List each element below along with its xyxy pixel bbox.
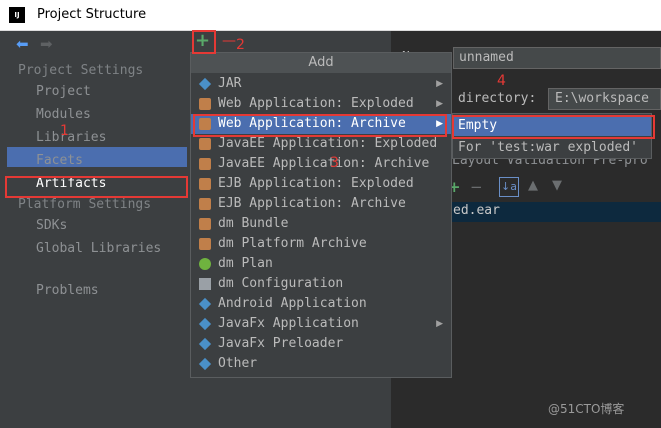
- section-header-platform-settings: Platform Settings: [18, 197, 152, 212]
- menu-item-label: Android Application: [218, 296, 367, 311]
- plan-icon: [199, 258, 211, 270]
- jar-icon: [199, 158, 211, 170]
- sidebar-item-project[interactable]: Project: [36, 84, 91, 99]
- jar-icon: [199, 138, 211, 150]
- menu-item[interactable]: Web Application: Exploded ▶: [191, 94, 451, 114]
- menu-item[interactable]: EJB Application: Exploded: [191, 174, 451, 194]
- menu-item[interactable]: dm Platform Archive: [191, 234, 451, 254]
- artifact-name-field[interactable]: unnamed: [453, 47, 661, 69]
- menu-item[interactable]: Other: [191, 354, 451, 374]
- back-arrow-icon[interactable]: ⬅: [16, 37, 29, 52]
- output-directory-field[interactable]: E:\workspace: [548, 88, 661, 110]
- menu-item[interactable]: JavaFx Preloader: [191, 334, 451, 354]
- sidebar-item-libraries[interactable]: Libraries: [36, 130, 106, 145]
- menu-item-label: dm Configuration: [218, 276, 344, 291]
- annotation-number-4: 4: [497, 73, 506, 89]
- diamond-icon: [198, 317, 212, 331]
- menu-item-label: dm Plan: [218, 256, 273, 271]
- move-up-icon[interactable]: ▲: [528, 178, 538, 193]
- forward-arrow-icon[interactable]: ➡: [40, 37, 53, 52]
- menu-header: Add: [191, 53, 451, 73]
- diamond-icon: [198, 357, 212, 371]
- menu-item[interactable]: dm Configuration: [191, 274, 451, 294]
- menu-item[interactable]: Android Application: [191, 294, 451, 314]
- layout-toolbar: + − ↓a ▲ ▼: [440, 176, 661, 200]
- menu-item-label: JavaEE Application: Archive: [218, 156, 430, 171]
- sidebar-item-modules[interactable]: Modules: [36, 107, 91, 122]
- menu-item[interactable]: dm Plan: [191, 254, 451, 274]
- sort-icon[interactable]: ↓a: [499, 177, 519, 197]
- remove-element-icon[interactable]: −: [470, 178, 483, 196]
- annotation-box-artifacts: [5, 176, 188, 198]
- tree-item-ear[interactable]: ed.ear: [453, 203, 500, 218]
- menu-item[interactable]: EJB Application: Archive: [191, 194, 451, 214]
- menu-item-label: JavaFx Application: [218, 316, 359, 331]
- jar-icon: [199, 98, 211, 110]
- add-artifact-menu: Add JAR ▶ Web Application: Exploded ▶ Web Ap…: [190, 52, 452, 378]
- title-bar: IJ Project Structure: [0, 0, 661, 31]
- annotation-box-empty: [452, 115, 655, 139]
- jar-icon: [199, 198, 211, 210]
- section-header-project-settings: Project Settings: [18, 63, 144, 78]
- annotation-number-2: 2: [236, 37, 245, 53]
- menu-item-label: Other: [218, 356, 258, 371]
- sidebar-item-problems[interactable]: Problems: [36, 283, 99, 298]
- sidebar: ⬅ ➡: [0, 31, 190, 428]
- menu-item[interactable]: dm Bundle: [191, 214, 451, 234]
- jar-icon: [199, 178, 211, 190]
- sidebar-selection-highlight: [7, 147, 187, 167]
- bundle-icon: [199, 238, 211, 250]
- menu-item-label: Web Application: Exploded: [218, 96, 414, 111]
- menu-item-label: dm Platform Archive: [218, 236, 367, 251]
- app-logo-icon: IJ: [9, 7, 25, 23]
- bundle-icon: [199, 218, 211, 230]
- sidebar-item-global-libraries[interactable]: Global Libraries: [36, 241, 161, 256]
- menu-item-label: EJB Application: Archive: [218, 196, 406, 211]
- watermark: @51CTO博客: [548, 402, 625, 416]
- menu-item-label: EJB Application: Exploded: [218, 176, 414, 191]
- annotation-line-2: —: [222, 33, 236, 49]
- menu-item-label: JavaEE Application: Exploded: [218, 136, 438, 151]
- diamond-icon: [198, 337, 212, 351]
- menu-item-label: JavaFx Preloader: [218, 336, 344, 351]
- menu-item-label: dm Bundle: [218, 216, 289, 231]
- submenu-item-for-test-war[interactable]: For 'test:war exploded': [453, 138, 651, 158]
- menu-item[interactable]: JavaEE Application: Exploded: [191, 134, 451, 154]
- window-title: Project Structure: [37, 7, 147, 22]
- submenu-arrow-icon: ▶: [436, 99, 443, 109]
- sidebar-item-sdks[interactable]: SDKs: [36, 218, 67, 233]
- annotation-number-1: 1: [60, 123, 69, 139]
- output-directory-label: directory:: [458, 91, 537, 106]
- menu-item-label: JAR: [218, 76, 242, 91]
- menu-item[interactable]: JavaFx Application ▶: [191, 314, 451, 334]
- annotation-box-add: [192, 30, 216, 54]
- annotation-number-3: 3: [330, 155, 339, 171]
- menu-item[interactable]: JAR ▶: [191, 74, 451, 94]
- diamond-icon: [198, 77, 212, 91]
- submenu-arrow-icon: ▶: [436, 79, 443, 89]
- document-icon: [199, 278, 211, 290]
- annotation-box-web-archive: [193, 114, 447, 137]
- sidebar-item-facets[interactable]: Facets: [36, 153, 83, 168]
- diamond-icon: [198, 297, 212, 311]
- move-down-icon[interactable]: ▼: [552, 178, 562, 193]
- menu-item[interactable]: JavaEE Application: Archive: [191, 154, 451, 174]
- submenu-arrow-icon: ▶: [436, 319, 443, 329]
